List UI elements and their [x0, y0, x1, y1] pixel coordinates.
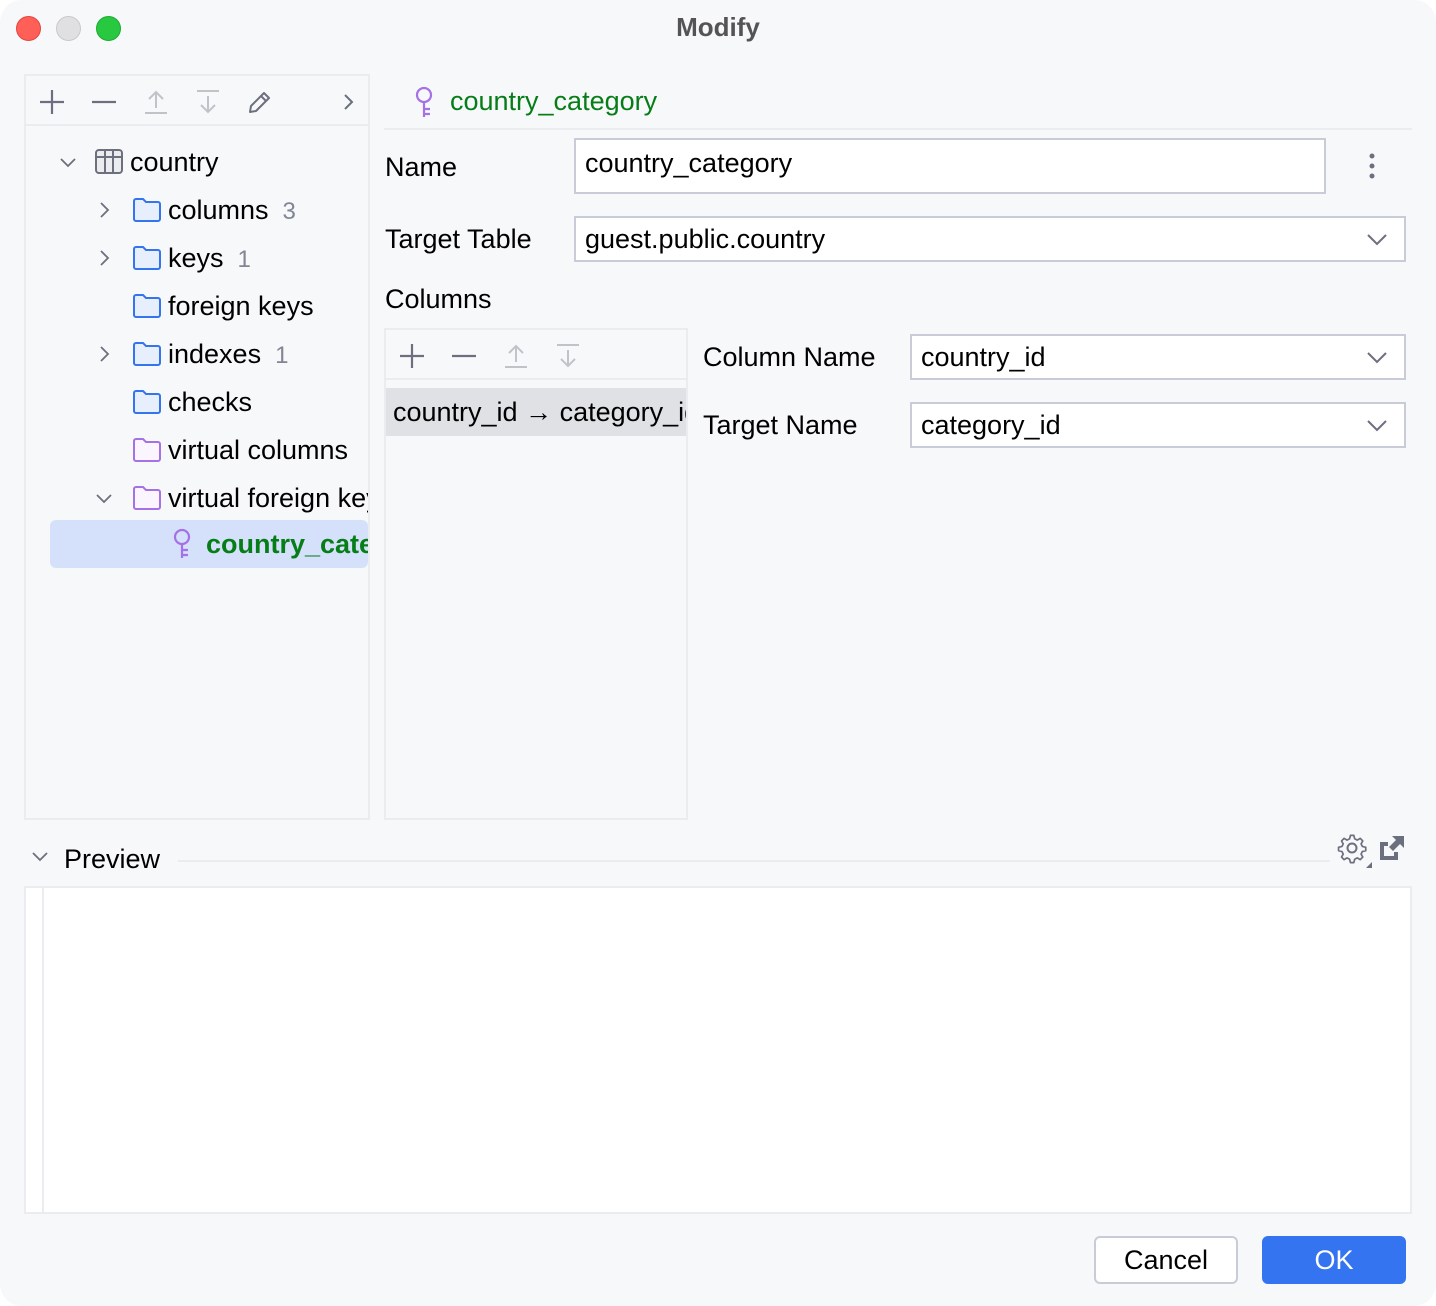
- editor-gutter: [42, 888, 44, 1212]
- tree-item-virtual-foreign-keys[interactable]: virtual foreign keys: [26, 474, 368, 522]
- virtual-folder-icon: [133, 438, 161, 462]
- tree-item-label: keys: [168, 242, 224, 273]
- move-down-button[interactable]: [192, 86, 224, 118]
- target-table-label: Target Table: [385, 224, 532, 254]
- folder-icon: [133, 342, 161, 366]
- column-name-value: country_id: [921, 341, 1046, 372]
- tree-item-country[interactable]: country: [26, 138, 368, 186]
- add-column-button[interactable]: [396, 340, 428, 372]
- chevron-right-icon[interactable]: [94, 248, 114, 268]
- chevron-right-icon[interactable]: [94, 200, 114, 220]
- column-name-combo[interactable]: country_id: [910, 334, 1406, 380]
- target-table-value: guest.public.country: [585, 223, 826, 254]
- move-column-up-button[interactable]: [500, 340, 532, 372]
- tree-item-label: virtual foreign keys: [168, 482, 368, 513]
- more-options-icon[interactable]: [1362, 150, 1382, 186]
- tree-item-country-category[interactable]: country_category: [50, 520, 368, 568]
- tree-item-checks[interactable]: checks: [26, 378, 368, 426]
- structure-tree: country columns 3 keys 1 foreign keys in…: [26, 128, 368, 818]
- chevron-right-icon: [344, 94, 354, 110]
- column-mapping-row[interactable]: country_id → category_id: [386, 388, 686, 436]
- expand-panel-button[interactable]: [332, 86, 364, 118]
- preview-toggle-label[interactable]: Preview: [64, 844, 160, 875]
- preview-editor[interactable]: [24, 886, 1412, 1214]
- columns-label: Columns: [385, 284, 492, 314]
- modify-dialog: Modify country columns 3 keys 1 foreign …: [0, 0, 1436, 1306]
- columns-list-panel: country_id → category_id: [384, 328, 688, 820]
- chevron-down-icon[interactable]: [1366, 232, 1388, 246]
- chevron-down-icon[interactable]: [30, 850, 50, 864]
- detail-header-title: country_category: [450, 86, 658, 116]
- chevron-down-icon[interactable]: [58, 152, 78, 172]
- tree-item-label: country_category: [206, 528, 368, 559]
- pencil-icon: [249, 92, 270, 113]
- tree-item-foreign-keys[interactable]: foreign keys: [26, 282, 368, 330]
- cancel-button[interactable]: Cancel: [1094, 1236, 1238, 1284]
- ok-button[interactable]: OK: [1262, 1236, 1406, 1284]
- name-input-value: country_category: [585, 148, 793, 178]
- gear-icon[interactable]: [1336, 832, 1372, 868]
- edit-button[interactable]: [244, 86, 276, 118]
- tree-item-count: 1: [237, 245, 251, 273]
- virtual-folder-icon: [133, 486, 161, 510]
- header-divider: [384, 128, 1412, 130]
- arrow-down-icon: [197, 90, 219, 114]
- table-icon: [95, 149, 123, 174]
- chevron-down-icon[interactable]: [1366, 418, 1388, 432]
- tree-item-label: indexes: [168, 338, 262, 369]
- folder-icon: [133, 246, 161, 270]
- open-in-editor-icon[interactable]: [1378, 834, 1406, 862]
- structure-tree-panel: country columns 3 keys 1 foreign keys in…: [24, 74, 370, 820]
- tree-item-count: 1: [275, 341, 289, 369]
- tree-item-label: country: [130, 146, 219, 177]
- arrow-down-icon: [557, 344, 579, 368]
- plus-icon: [400, 344, 424, 368]
- column-name-label: Column Name: [703, 342, 876, 372]
- arrow-up-icon: [145, 90, 167, 114]
- tree-item-virtual-columns[interactable]: virtual columns: [26, 426, 368, 474]
- tree-item-label: foreign keys: [168, 290, 314, 321]
- tree-item-label: virtual columns: [168, 434, 349, 465]
- folder-icon: [133, 390, 161, 414]
- target-name-combo[interactable]: category_id: [910, 402, 1406, 448]
- preview-divider: [178, 860, 1330, 862]
- tree-item-indexes[interactable]: indexes 1: [26, 330, 368, 378]
- virtual-key-icon: [173, 528, 191, 558]
- chevron-down-icon[interactable]: [1366, 350, 1388, 364]
- minus-icon: [452, 354, 476, 358]
- move-up-button[interactable]: [140, 86, 172, 118]
- target-name-label: Target Name: [703, 410, 858, 440]
- window-title: Modify: [676, 12, 760, 42]
- minus-icon: [92, 100, 116, 104]
- tree-item-label: checks: [168, 386, 253, 417]
- remove-button[interactable]: [88, 86, 120, 118]
- tree-item-count: 3: [282, 197, 296, 225]
- folder-icon: [133, 198, 161, 222]
- name-input[interactable]: country_category: [574, 138, 1326, 194]
- plus-icon: [40, 90, 64, 114]
- tree-item-columns[interactable]: columns 3: [26, 186, 368, 234]
- arrow-up-icon: [505, 344, 527, 368]
- remove-column-button[interactable]: [448, 340, 480, 372]
- chevron-down-icon[interactable]: [94, 488, 114, 508]
- column-mapping-text: country_id → category_id: [393, 396, 686, 427]
- move-column-down-button[interactable]: [552, 340, 584, 372]
- target-name-value: category_id: [921, 409, 1061, 440]
- tree-toolbar: [26, 76, 368, 126]
- chevron-right-icon[interactable]: [94, 344, 114, 364]
- virtual-key-icon: [415, 86, 433, 117]
- tree-item-keys[interactable]: keys 1: [26, 234, 368, 282]
- add-button[interactable]: [36, 86, 68, 118]
- folder-icon: [133, 294, 161, 318]
- columns-toolbar: [386, 330, 686, 380]
- name-label: Name: [385, 152, 458, 182]
- target-table-combo[interactable]: guest.public.country: [574, 216, 1406, 262]
- tree-item-label: columns: [168, 194, 269, 225]
